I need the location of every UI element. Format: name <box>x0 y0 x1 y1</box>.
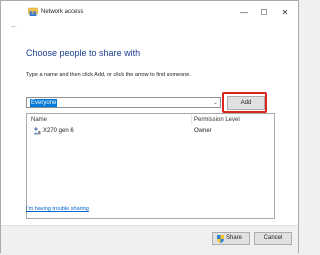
instruction-text: Type a name and then click Add, or click… <box>26 72 191 78</box>
column-divider[interactable] <box>191 114 192 124</box>
list-item-name[interactable]: X270 gen 6 <box>43 128 74 134</box>
network-access-window: Network access — ☐ ✕ ← Choose people to … <box>0 0 299 255</box>
page-heading: Choose people to share with <box>26 48 141 58</box>
close-button[interactable]: ✕ <box>275 4 295 22</box>
list-item-permission[interactable]: Owner <box>194 128 212 134</box>
network-users-icon <box>28 7 38 16</box>
footer-bar: Share Cancel <box>1 225 298 255</box>
column-header-name[interactable]: Name <box>31 117 47 123</box>
trouble-sharing-link[interactable]: I'm having trouble sharing <box>26 206 89 212</box>
maximize-button[interactable]: ☐ <box>254 4 274 22</box>
window-title: Network access <box>41 9 84 15</box>
share-button[interactable]: Share <box>212 232 250 245</box>
add-button[interactable]: Add <box>227 96 265 110</box>
user-icon <box>33 127 41 135</box>
chevron-down-icon[interactable]: ⌄ <box>213 99 218 106</box>
name-input-value[interactable]: Everyone <box>30 99 58 107</box>
share-button-label: Share <box>226 235 243 241</box>
share-list[interactable]: Name Permission Level X270 gen 6 Owner <box>26 113 275 219</box>
name-combobox[interactable]: Everyone ⌄ <box>26 97 221 108</box>
title-bar: Network access — ☐ ✕ <box>1 1 298 25</box>
minimize-button[interactable]: — <box>234 4 254 22</box>
back-arrow-icon[interactable]: ← <box>10 21 18 30</box>
cancel-button[interactable]: Cancel <box>254 232 292 245</box>
column-header-permission[interactable]: Permission Level <box>194 117 240 123</box>
shield-icon <box>217 235 224 243</box>
